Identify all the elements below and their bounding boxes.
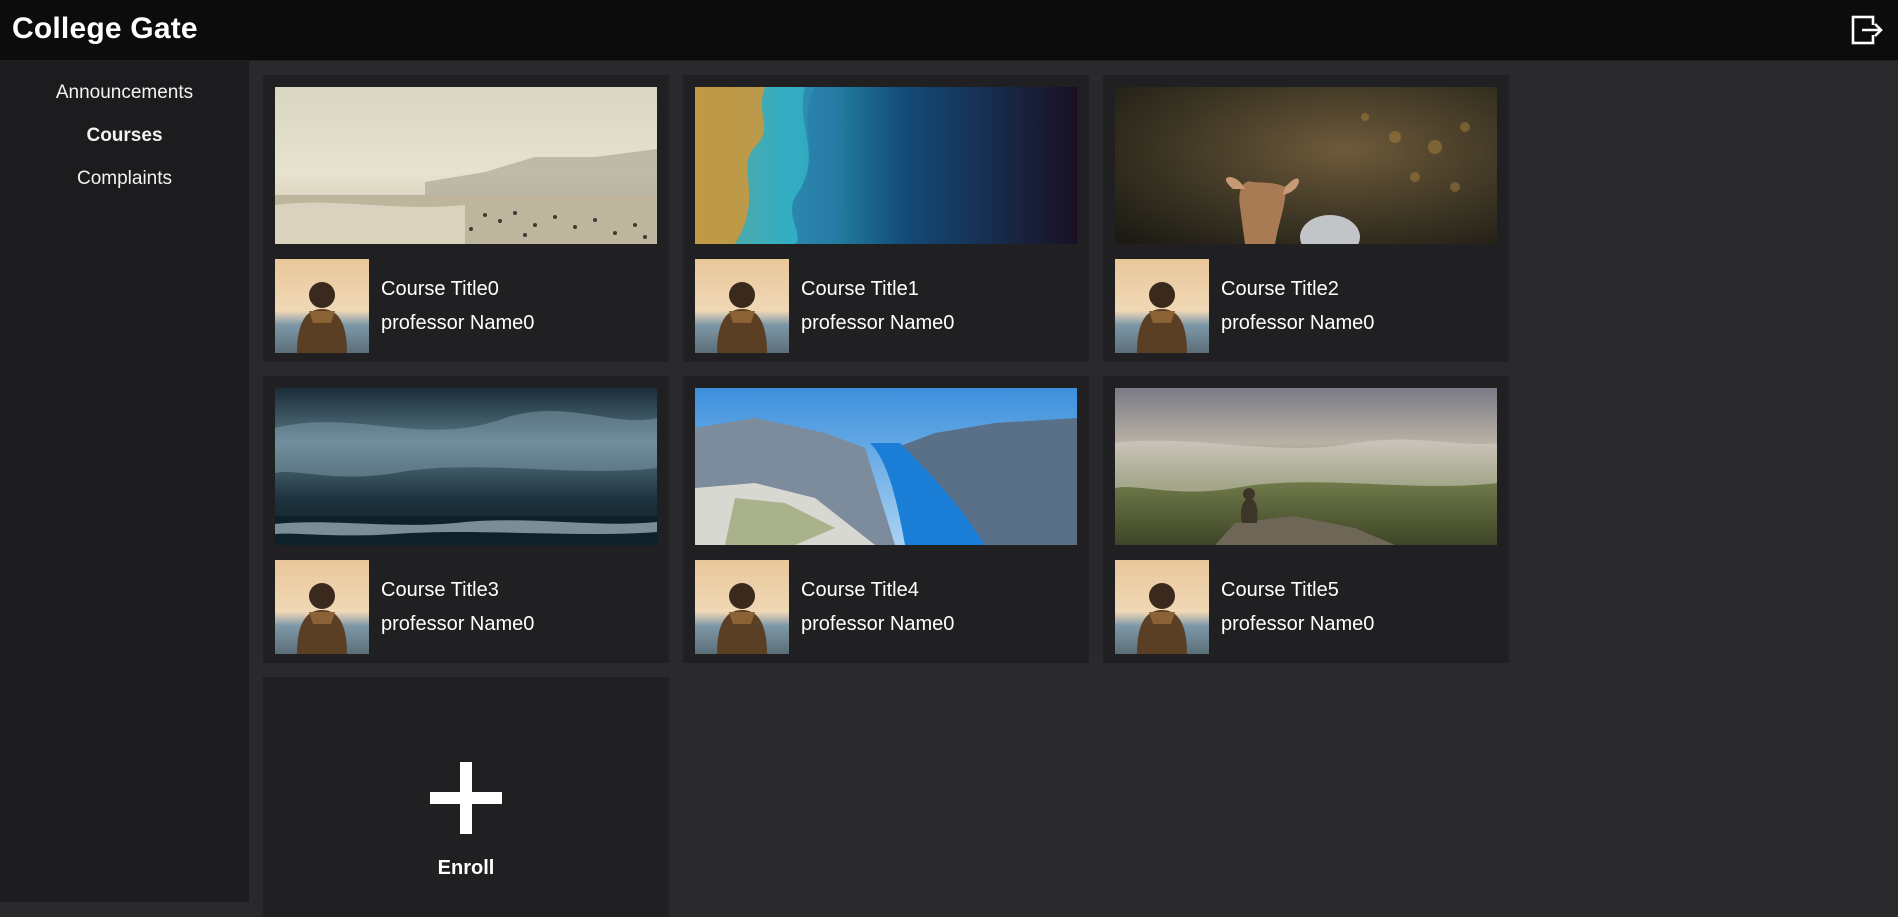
course-grid: Course Title0 professor Name0 Course Tit… — [263, 75, 1543, 917]
sidebar: Announcements Courses Complaints — [0, 61, 249, 902]
course-title: Course Title5 — [1221, 579, 1339, 601]
professor-avatar — [275, 560, 369, 654]
professor-name: professor Name0 — [381, 613, 535, 635]
sidebar-item-courses[interactable]: Courses — [0, 114, 249, 157]
professor-name: professor Name0 — [801, 613, 955, 635]
professor-avatar — [1115, 560, 1209, 654]
course-banner-satellite — [695, 87, 1077, 244]
professor-avatar — [275, 259, 369, 353]
course-banner-mountain — [1115, 388, 1497, 545]
sidebar-item-complaints[interactable]: Complaints — [0, 157, 249, 200]
course-banner-deer — [1115, 87, 1497, 244]
professor-avatar — [695, 259, 789, 353]
professor-name: professor Name0 — [801, 312, 955, 334]
professor-name: professor Name0 — [381, 312, 535, 334]
course-card[interactable]: Course Title4 professor Name0 — [683, 376, 1089, 663]
course-banner-fjord — [695, 388, 1077, 545]
course-title: Course Title3 — [381, 579, 499, 601]
course-title: Course Title1 — [801, 278, 919, 300]
professor-name: professor Name0 — [1221, 312, 1375, 334]
professor-name: professor Name0 — [1221, 613, 1375, 635]
plus-icon — [430, 762, 502, 834]
course-title: Course Title2 — [1221, 278, 1339, 300]
course-title: Course Title4 — [801, 579, 919, 601]
sidebar-item-announcements[interactable]: Announcements — [0, 71, 249, 114]
course-banner-storm — [275, 388, 657, 545]
professor-avatar — [1115, 259, 1209, 353]
course-card[interactable]: Course Title2 professor Name0 — [1103, 75, 1509, 362]
top-bar: College Gate — [0, 0, 1898, 61]
courses-area: Course Title0 professor Name0 Course Tit… — [263, 75, 1543, 917]
course-card[interactable]: Course Title5 professor Name0 — [1103, 376, 1509, 663]
logout-icon[interactable] — [1850, 13, 1884, 47]
enroll-button[interactable]: Enroll — [263, 677, 669, 917]
enroll-label: Enroll — [437, 857, 495, 879]
professor-avatar — [695, 560, 789, 654]
app-title: College Gate — [12, 12, 198, 45]
course-card[interactable]: Course Title3 professor Name0 — [263, 376, 669, 663]
course-banner-beach — [275, 87, 657, 244]
course-title: Course Title0 — [381, 278, 499, 300]
course-card[interactable]: Course Title1 professor Name0 — [683, 75, 1089, 362]
course-card[interactable]: Course Title0 professor Name0 — [263, 75, 669, 362]
